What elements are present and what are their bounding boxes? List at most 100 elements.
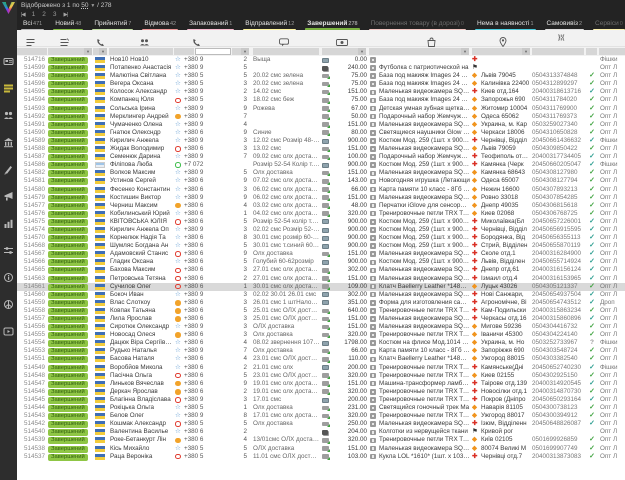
- table-row[interactable]: 514567 Завершений Адамовский Станис +380…: [17, 250, 625, 258]
- table-row[interactable]: 514580 Завершений Фесенко Константин ☆ +…: [17, 186, 625, 194]
- table-row[interactable]: 514570 Завершений Корнелюк Надія Та ☆ +3…: [17, 234, 625, 242]
- table-row[interactable]: 514563 Завершений Петровська Тетяна +380…: [17, 275, 625, 283]
- table-row[interactable]: 514581 Завершений Устинов Сергей ☆ +380 …: [17, 177, 625, 185]
- payment-cell: [322, 307, 330, 315]
- filter-phone-input[interactable]: [195, 48, 231, 55]
- table-row[interactable]: 514592 Завершений Мерклингер Андрей +380…: [17, 113, 625, 121]
- table-row[interactable]: 514544 Завершений Рокіцька Ольга ☆ +380 …: [17, 404, 625, 412]
- client-name-cell: Жидак Володимир: [110, 145, 172, 153]
- table-row[interactable]: 514599 Завершений Потапенко Анастасія ☆ …: [17, 64, 625, 72]
- price-cell: 900.00: [331, 137, 367, 145]
- filter-order-id[interactable]: [17, 48, 47, 55]
- sidebar-item-orders[interactable]: [0, 75, 17, 102]
- table-row[interactable]: 514595 Завершений Колосок Александр ☆ +3…: [17, 88, 625, 96]
- table-row[interactable]: 514547 Завершений Линьков Вячеслав +380 …: [17, 380, 625, 388]
- table-row[interactable]: 514589 Завершений Кирилич Анжела ☆ +380 …: [17, 137, 625, 145]
- table-row[interactable]: 514551 Завершений Басова Наталя ☆ +380 6…: [17, 355, 625, 363]
- table-row[interactable]: 514588 Завершений Жидак Володимир +380 6…: [17, 145, 625, 153]
- table-row[interactable]: 514598 Завершений Малютіна Світлана ☆ +3…: [17, 72, 625, 80]
- sidebar-item-video[interactable]: [0, 318, 17, 345]
- phone-cell: +380 5: [184, 420, 214, 428]
- table-row[interactable]: 514716 Завершений Нов10 Нов10 ☆ +380 9 2…: [17, 56, 625, 64]
- filter-flag-caret-icon[interactable]: ▾: [99, 48, 107, 55]
- sidebar-item-statistics[interactable]: [0, 210, 17, 237]
- table-row[interactable]: 514591 Завершений Чумаченко Олена ☆ +380…: [17, 121, 625, 129]
- sidebar-item-support[interactable]: [0, 291, 17, 318]
- supplier-cell: Опт Л: [600, 266, 625, 274]
- page-2-button[interactable]: 2: [42, 11, 46, 18]
- page-1-button[interactable]: 1: [32, 11, 36, 18]
- status-cell: Завершений: [48, 226, 92, 234]
- table-row[interactable]: 514594 Завершений Компанец Юля +380 5 3 …: [17, 96, 625, 104]
- table-row[interactable]: 514561 Завершений Сучилов Олег +380 6 1 …: [17, 283, 625, 291]
- filter-city-caret-icon[interactable]: ▾: [522, 48, 530, 55]
- table-row[interactable]: 514559 Завершений Влас Слоткоу +380 6 3 …: [17, 299, 625, 307]
- table-row[interactable]: 514565 Завершений Бахова Максим +380 6 3…: [17, 266, 625, 274]
- table-row[interactable]: 514596 Завершений Вегера Оксана ☆ +380 5…: [17, 80, 625, 88]
- table-row[interactable]: 514590 Завершений Гнатюк Олексндр ☆ +380…: [17, 129, 625, 137]
- table-row[interactable]: 514558 Завершений Ковпак Татьяна +380 6 …: [17, 307, 625, 315]
- per-page-select[interactable]: 50: [81, 2, 88, 9]
- filter-count-caret-icon[interactable]: ▾: [241, 48, 249, 55]
- payment-type-icon: [322, 414, 329, 419]
- filter-status-caret-icon[interactable]: ▾: [84, 48, 92, 55]
- sidebar-item-marketing[interactable]: [0, 183, 17, 210]
- count-cell: 3: [215, 266, 247, 274]
- table-row[interactable]: 514574 Завершений Кирилич Анжела Оп ☆ +3…: [17, 226, 625, 234]
- table-row[interactable]: 514560 Завершений Бокоч Иван ☆ +380 9 3 …: [17, 291, 625, 299]
- sidebar-item-clients[interactable]: [0, 102, 17, 129]
- filter-ttn[interactable]: [532, 48, 584, 55]
- filter-product-caret-icon[interactable]: ▾: [461, 48, 469, 55]
- table-row[interactable]: 514549 Завершений Воробйов Микола ☆ +380…: [17, 364, 625, 372]
- table-row[interactable]: 514568 Завершений Шумляс Богдана Ан ☆ +3…: [17, 242, 625, 250]
- filter-price-caret-icon[interactable]: ▾: [358, 48, 366, 55]
- sidebar-item-info[interactable]: [0, 264, 17, 291]
- table-row[interactable]: 514579 Завершений Костишин Виктор ☆ +380…: [17, 194, 625, 202]
- table-row[interactable]: 514557 Завершений Лила Ярослав +380 6 3 …: [17, 315, 625, 323]
- table-row[interactable]: 514566 Завершений Гладик Оксана ☆ +380 6…: [17, 258, 625, 266]
- filter-supplier[interactable]: [599, 48, 625, 55]
- sidebar-item-warehouse[interactable]: [0, 129, 17, 156]
- table-row[interactable]: 514556 Завершений Сиротюк Олександр ☆ +3…: [17, 323, 625, 331]
- filter-comment[interactable]: [253, 48, 319, 55]
- table-row[interactable]: 514542 Завершений Кошмак Александр +380 …: [17, 420, 625, 428]
- table-row[interactable]: 514587 Завершений Семенюк Дарина ☆ +380 …: [17, 153, 625, 161]
- per-page-caret-icon[interactable]: ▼: [90, 3, 95, 9]
- carrier-icon: ✚: [472, 137, 477, 145]
- product-cell: Клатч Baellerry Leather *1487* (1: [379, 355, 470, 363]
- filter-source[interactable]: [174, 48, 194, 55]
- table-row[interactable]: 514545 Завершений Благінна Владіслава +3…: [17, 396, 625, 404]
- sidebar-item-crm-hand[interactable]: [0, 156, 17, 183]
- info-icon: [3, 272, 14, 283]
- filter-name[interactable]: [109, 48, 173, 55]
- last-page-icon[interactable]: ▶|: [64, 12, 68, 18]
- table-row[interactable]: 514575 Завершений КВІТОВСЬКА ЮЛІЯ +380 6…: [17, 218, 625, 226]
- column-ttn-icon[interactable]: }¦{: [558, 35, 564, 41]
- table-row[interactable]: 514543 Завершений Белов Олег ☆ +380 9 8 …: [17, 412, 625, 420]
- table-row[interactable]: 514538 Завершений Кісь Михайло ☆ +380 5 …: [17, 445, 625, 453]
- sidebar-item-settings[interactable]: [0, 237, 17, 264]
- table-row[interactable]: 514554 Завершений Дацюк Віра Сергіївна ☆…: [17, 339, 625, 347]
- table-row[interactable]: 514539 Завершений Роке-Бетанкурт Лін +38…: [17, 436, 625, 444]
- table-row[interactable]: 514577 Завершений Черниш Максим +380 6 4…: [17, 202, 625, 210]
- table-row[interactable]: 514553 Завершений Рудько Наталья ☆ +380 …: [17, 347, 625, 355]
- table-row[interactable]: 514576 Завершений Кобилинський Юрий ☆ +3…: [17, 210, 625, 218]
- filter-product[interactable]: [369, 48, 469, 55]
- table-row[interactable]: 514555 Завершений Новосад Олеся +380 6 3…: [17, 331, 625, 339]
- price-cell: 250.00: [331, 420, 367, 428]
- first-page-icon[interactable]: |◀: [21, 12, 25, 18]
- sidebar-item-id-card[interactable]: [0, 48, 17, 75]
- app-logo-icon[interactable]: [2, 2, 15, 14]
- table-row[interactable]: 514546 Завершений Деркач Ярослав +380 6 …: [17, 388, 625, 396]
- table-row[interactable]: 514582 Завершений Волков Максим ☆ +380 9…: [17, 169, 625, 177]
- page-3-button[interactable]: 3: [53, 11, 57, 18]
- supplier-cell: Опт Л: [600, 169, 625, 177]
- table-row[interactable]: 514593 Завершений Сольська Ірина ☆ +380 …: [17, 105, 625, 113]
- filter-check[interactable]: [586, 48, 597, 55]
- table-row[interactable]: 514537 Завершений Раца Вероніка +380 5 5…: [17, 453, 625, 461]
- payment-cell: [322, 96, 330, 104]
- table-row[interactable]: 514586 Завершений Філіпова Люба +7 072 Р…: [17, 161, 625, 169]
- table-row[interactable]: 514548 Завершений Пасічна Ольга +380 6 5…: [17, 372, 625, 380]
- check-cell: ✓: [586, 372, 598, 380]
- table-row[interactable]: 514540 Завершений Валентина Василье ☆ +3…: [17, 428, 625, 436]
